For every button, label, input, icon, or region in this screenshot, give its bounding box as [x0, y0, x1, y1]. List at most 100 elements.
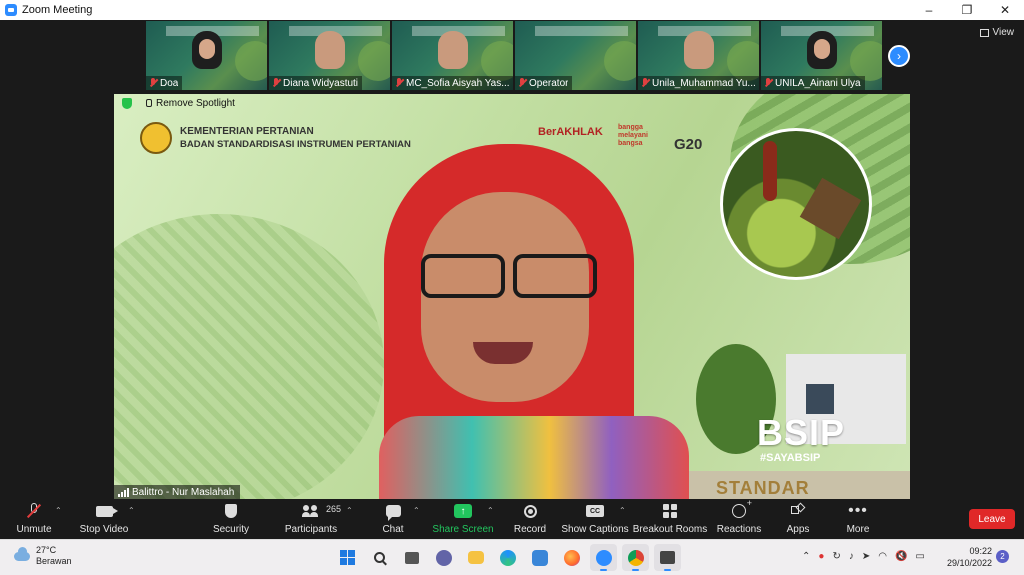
reactions-label: Reactions — [716, 524, 762, 535]
security-button[interactable]: Security — [206, 501, 256, 537]
stop-video-button[interactable]: Stop Video — [76, 501, 132, 537]
participant-tile[interactable]: Unila_Muhammad Yu... — [638, 21, 759, 90]
clock-time: 09:22 — [969, 546, 992, 556]
participant-name: Diana Widyastuti — [283, 77, 359, 89]
show-captions-label: Show Captions — [561, 524, 629, 535]
windows-taskbar: 27°C Berawan ⌃ ● ↻ ♪ ➤ ◠ 🔇 ▭ 09:22 29/10… — [0, 539, 1024, 575]
zoom-tray-icon[interactable]: ● — [818, 551, 824, 562]
video-options-chevron-icon[interactable]: ⌃ — [128, 506, 135, 515]
speaker-glasses — [421, 254, 637, 300]
more-button[interactable]: ••• More — [840, 501, 876, 537]
signal-strength-icon — [118, 487, 129, 497]
unmute-button[interactable]: Unmute — [10, 501, 58, 537]
mic-tray-icon[interactable]: ♪ — [849, 551, 854, 562]
teams-chat-button[interactable] — [430, 544, 457, 571]
start-button[interactable] — [334, 544, 361, 571]
ministry-logo — [140, 122, 172, 154]
weather-widget[interactable]: 27°C Berawan — [14, 545, 72, 567]
muted-mic-icon — [641, 78, 649, 88]
meeting-toolbar: Unmute ⌃ Stop Video ⌃ Security 265 Parti… — [0, 498, 1024, 539]
record-button[interactable]: Record — [510, 501, 550, 537]
participant-tile[interactable]: MC_Sofia Aisyah Yas... — [392, 21, 513, 90]
participant-label: Diana Widyastuti — [269, 76, 363, 90]
search-button[interactable] — [366, 544, 393, 571]
participant-tile[interactable]: Diana Widyastuti — [269, 21, 390, 90]
participant-video — [192, 31, 222, 69]
background-leaf — [114, 214, 384, 499]
unmute-label: Unmute — [16, 524, 52, 535]
lens-right — [513, 254, 597, 298]
participant-tile[interactable]: Operator — [515, 21, 636, 90]
chat-label: Chat — [382, 524, 404, 535]
location-icon[interactable]: ➤ — [862, 551, 870, 562]
participant-label: Doa — [146, 76, 183, 90]
next-page-button[interactable]: › — [888, 45, 910, 67]
view-button[interactable]: View — [979, 27, 1015, 38]
bsip-logo-text: BSIP — [757, 412, 846, 453]
show-captions-button[interactable]: CC Show Captions — [561, 501, 629, 537]
muted-mic-icon — [764, 78, 772, 88]
sync-icon[interactable]: ↻ — [832, 551, 840, 562]
remove-spotlight-button[interactable]: Remove Spotlight — [146, 98, 235, 109]
teams-chat-icon — [435, 549, 452, 566]
apps-button[interactable]: Apps — [780, 501, 816, 537]
spotlight-bar: Remove Spotlight — [114, 94, 235, 112]
close-icon[interactable]: ✕ — [986, 0, 1024, 20]
pin-icon — [146, 99, 152, 107]
reactions-button[interactable]: Reactions — [716, 498, 762, 537]
window-titlebar: Zoom Meeting – ❐ ✕ — [0, 0, 1024, 20]
task-view-button[interactable] — [398, 544, 425, 571]
maximize-icon[interactable]: ❐ — [948, 0, 986, 20]
chat-button[interactable]: Chat — [372, 501, 414, 537]
captions-chevron-icon[interactable]: ⌃ — [619, 506, 626, 515]
breakout-rooms-icon — [663, 504, 677, 518]
share-options-chevron-icon[interactable]: ⌃ — [487, 506, 494, 515]
audio-options-chevron-icon[interactable]: ⌃ — [55, 506, 62, 515]
participant-video — [684, 31, 714, 69]
share-screen-button[interactable]: ↑ Share Screen — [432, 501, 494, 537]
participant-tile[interactable]: Doa — [146, 21, 267, 90]
battery-icon[interactable]: ▭ — [915, 551, 924, 562]
store-icon — [531, 549, 548, 566]
chrome-button[interactable] — [622, 544, 649, 571]
zoom-taskbar-button[interactable] — [590, 544, 617, 571]
clock[interactable]: 09:22 29/10/2022 — [934, 545, 992, 569]
notification-badge[interactable]: 2 — [996, 550, 1009, 563]
hashtag-text: #SAYABSIP — [760, 452, 821, 464]
wifi-icon[interactable]: ◠ — [878, 551, 887, 562]
security-label: Security — [212, 524, 250, 535]
participant-tile[interactable]: UNILA_Ainani Ulya — [761, 21, 882, 90]
minimize-icon[interactable]: – — [910, 0, 948, 20]
zoom-app-icon — [5, 4, 17, 16]
zoom-icon — [595, 549, 612, 566]
presentation-app-button[interactable] — [654, 544, 681, 571]
chat-chevron-icon[interactable]: ⌃ — [413, 506, 420, 515]
tray-chevron-icon[interactable]: ⌃ — [802, 551, 810, 562]
share-screen-icon: ↑ — [454, 504, 472, 518]
leave-button[interactable]: Leave — [969, 509, 1015, 529]
view-label: View — [992, 27, 1015, 38]
remove-spotlight-label: Remove Spotlight — [156, 97, 235, 109]
standar-text: STANDAR — [716, 478, 810, 498]
participants-button[interactable]: 265 Participants — [282, 501, 341, 537]
breakout-rooms-label: Breakout Rooms — [632, 524, 708, 535]
spotlight-video[interactable]: Remove Spotlight KEMENTERIAN PERTANIAN B… — [114, 94, 910, 499]
firefox-button[interactable] — [558, 544, 585, 571]
participants-icon — [302, 505, 320, 517]
more-dots-icon: ••• — [848, 502, 868, 519]
record-label: Record — [513, 524, 547, 535]
store-button[interactable] — [526, 544, 553, 571]
participant-label: UNILA_Ainani Ulya — [761, 76, 865, 90]
speaker-muted-icon[interactable]: 🔇 — [895, 551, 907, 562]
grid-icon — [979, 28, 989, 37]
participant-name: Unila_Muhammad Yu... — [652, 77, 756, 89]
participant-strip: Doa Diana Widyastuti MC_Sofia Aisyah Yas… — [146, 21, 882, 90]
participants-chevron-icon[interactable]: ⌃ — [346, 506, 353, 515]
windows-start-icon — [340, 550, 355, 565]
ministry-name: KEMENTERIAN PERTANIAN — [180, 126, 314, 137]
muted-mic-icon — [272, 78, 280, 88]
weather-temp: 27°C — [36, 545, 57, 555]
edge-button[interactable] — [494, 544, 521, 571]
file-explorer-button[interactable] — [462, 544, 489, 571]
breakout-rooms-button[interactable]: Breakout Rooms — [632, 501, 708, 537]
